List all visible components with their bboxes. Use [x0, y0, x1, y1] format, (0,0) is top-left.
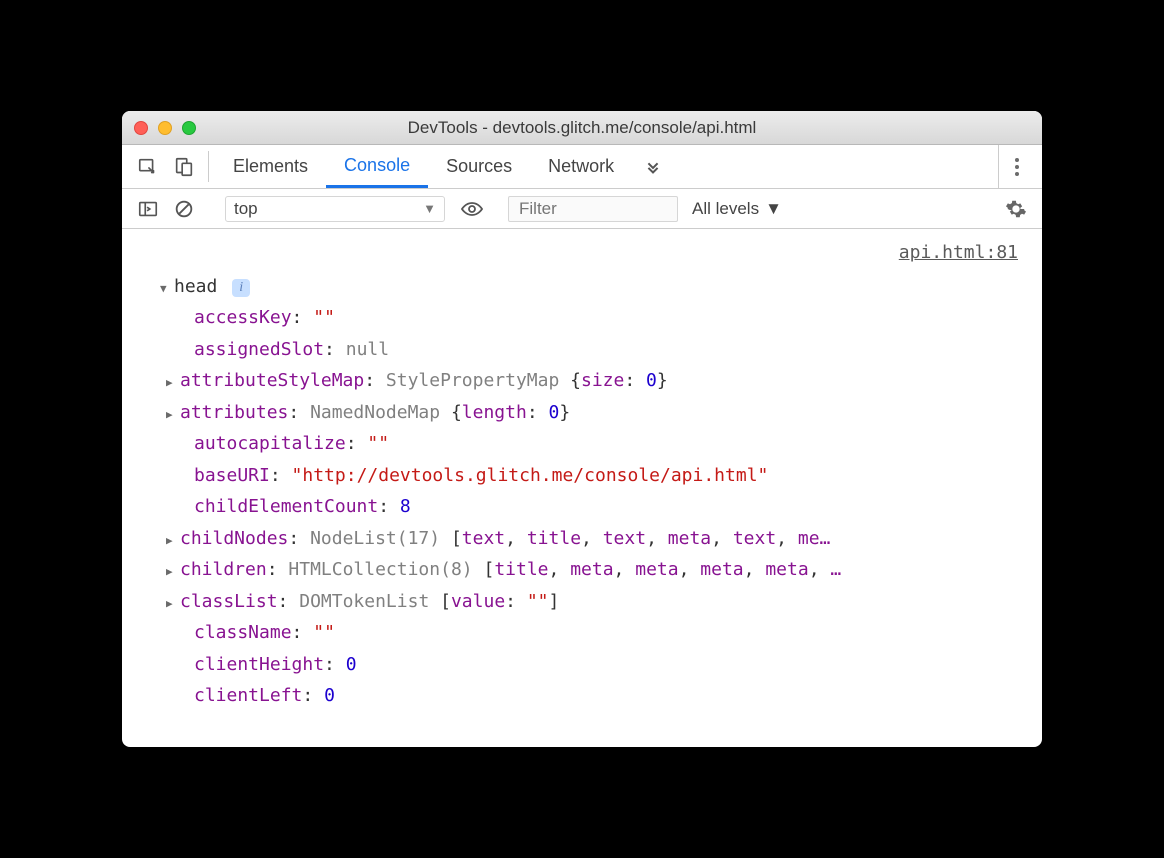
- prop-row[interactable]: assignedSlot: null: [132, 334, 1032, 366]
- tab-console[interactable]: Console: [326, 145, 428, 188]
- chevron-down-icon: ▼: [423, 201, 436, 216]
- clear-console-icon[interactable]: [166, 198, 202, 220]
- titlebar: DevTools - devtools.glitch.me/console/ap…: [122, 111, 1042, 145]
- prop-row[interactable]: clientHeight: 0: [132, 649, 1032, 681]
- object-header[interactable]: head i: [132, 271, 1032, 303]
- source-link[interactable]: api.html:81: [132, 235, 1032, 271]
- disclosure-triangle-icon[interactable]: [166, 586, 178, 618]
- console-output: api.html:81 head i accessKey: "" assigne…: [122, 229, 1042, 747]
- node-list: text, title, text, meta, text, me…: [462, 528, 831, 549]
- console-toolbar: top ▼ All levels ▼: [122, 189, 1042, 229]
- panel-tabs: Elements Console Sources Network: [215, 145, 632, 188]
- prop-row[interactable]: baseURI: "http://devtools.glitch.me/cons…: [132, 460, 1032, 492]
- window-controls: [134, 121, 196, 135]
- panel-tab-strip: Elements Console Sources Network: [122, 145, 1042, 189]
- disclosure-triangle-icon[interactable]: [166, 365, 178, 397]
- chevron-down-icon: ▼: [765, 199, 782, 219]
- toggle-sidebar-icon[interactable]: [130, 198, 166, 220]
- disclosure-triangle-icon[interactable]: [166, 523, 178, 555]
- console-settings-icon[interactable]: [998, 198, 1034, 220]
- tab-elements[interactable]: Elements: [215, 145, 326, 188]
- prop-row[interactable]: childElementCount: 8: [132, 491, 1032, 523]
- node-list: title, meta, meta, meta, meta, …: [494, 559, 841, 580]
- execution-context-selector[interactable]: top ▼: [225, 196, 445, 222]
- devtools-window: DevTools - devtools.glitch.me/console/ap…: [122, 111, 1042, 747]
- live-expression-icon[interactable]: [455, 197, 489, 221]
- disclosure-triangle-icon[interactable]: [166, 397, 178, 429]
- tab-network[interactable]: Network: [530, 145, 632, 188]
- prop-row[interactable]: clientLeft: 0: [132, 680, 1032, 712]
- tab-sources[interactable]: Sources: [428, 145, 530, 188]
- zoom-window-button[interactable]: [182, 121, 196, 135]
- filter-input[interactable]: [508, 196, 678, 222]
- disclosure-triangle-icon[interactable]: [166, 554, 178, 586]
- separator: [208, 151, 209, 182]
- prop-row[interactable]: children: HTMLCollection(8) [title, meta…: [132, 554, 1032, 586]
- device-toggle-icon[interactable]: [166, 145, 202, 188]
- prop-row[interactable]: className: "": [132, 617, 1032, 649]
- log-levels-selector[interactable]: All levels ▼: [692, 199, 782, 219]
- prop-row[interactable]: autocapitalize: "": [132, 428, 1032, 460]
- prop-row[interactable]: attributes: NamedNodeMap {length: 0}: [132, 397, 1032, 429]
- main-menu-button[interactable]: [998, 145, 1034, 188]
- inspect-element-icon[interactable]: [130, 145, 166, 188]
- prop-row[interactable]: childNodes: NodeList(17) [text, title, t…: [132, 523, 1032, 555]
- levels-label: All levels: [692, 199, 759, 219]
- info-badge-icon[interactable]: i: [232, 279, 250, 297]
- prop-row[interactable]: accessKey: "": [132, 302, 1032, 334]
- disclosure-triangle-icon[interactable]: [160, 271, 172, 303]
- window-title: DevTools - devtools.glitch.me/console/ap…: [122, 118, 1042, 138]
- minimize-window-button[interactable]: [158, 121, 172, 135]
- context-label: top: [234, 199, 258, 219]
- object-name: head: [174, 276, 217, 297]
- tabs-overflow-button[interactable]: [632, 145, 674, 188]
- prop-row[interactable]: attributeStyleMap: StylePropertyMap {siz…: [132, 365, 1032, 397]
- close-window-button[interactable]: [134, 121, 148, 135]
- prop-row[interactable]: classList: DOMTokenList [value: ""]: [132, 586, 1032, 618]
